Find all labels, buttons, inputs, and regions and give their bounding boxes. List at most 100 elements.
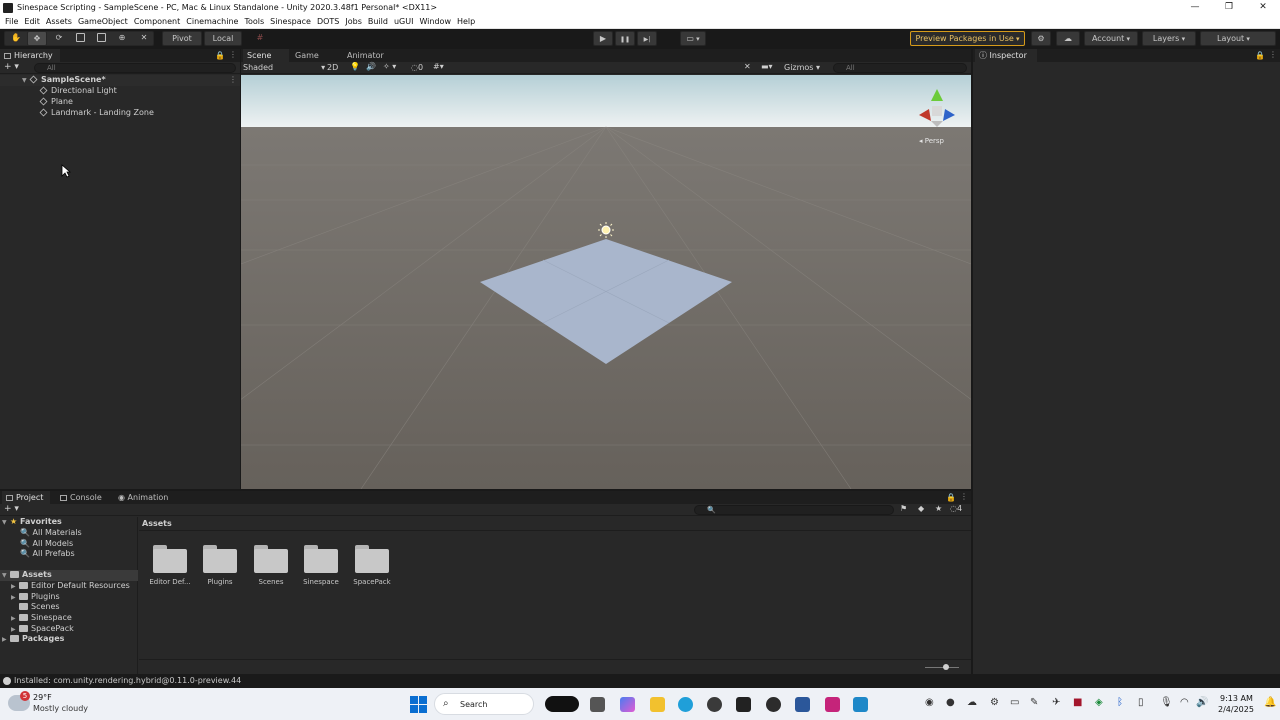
scene-menu-icon[interactable]: ⋮ [229, 75, 237, 84]
search-highlight-icon[interactable] [545, 696, 579, 712]
scene-search-input[interactable]: All [833, 63, 967, 73]
breadcrumb[interactable]: Assets [142, 519, 172, 528]
favorite-item[interactable]: 🔍 All Models [20, 539, 73, 548]
battery-icon[interactable]: ▯ [1138, 697, 1144, 708]
grid-dropdown-icon[interactable]: #▾ [433, 62, 444, 71]
unity-editor-icon[interactable] [736, 697, 751, 712]
lock-icon[interactable]: 🔒 [946, 493, 956, 502]
menu-tools[interactable]: Tools [241, 17, 267, 26]
tray-icon[interactable]: ■ [1073, 697, 1082, 708]
camera-dropdown-icon[interactable]: ▬▾ [761, 62, 773, 71]
asset-folder[interactable]: Plugins [195, 545, 245, 586]
tools-icon[interactable]: ✕ [744, 62, 751, 71]
local-toggle[interactable]: Local [204, 31, 242, 46]
lighting-toggle-icon[interactable]: 💡 [350, 62, 360, 71]
menu-help[interactable]: Help [454, 17, 478, 26]
tab-animation[interactable]: ◉ Animation [114, 491, 174, 504]
menu-gameobject[interactable]: GameObject [75, 17, 131, 26]
tab-inspector[interactable]: ⓘ Inspector [975, 49, 1037, 62]
menu-dots[interactable]: DOTS [314, 17, 342, 26]
asset-folder[interactable]: SpacePack [347, 545, 397, 586]
favorites-icon[interactable]: ★ [935, 504, 942, 513]
asset-tree-item[interactable]: ▶ SpacePack [11, 624, 74, 633]
layout-dropdown[interactable]: Layout [1200, 31, 1276, 46]
menu-file[interactable]: File [2, 17, 21, 26]
copilot-icon[interactable] [620, 697, 635, 712]
wifi-icon[interactable]: ◠ [1180, 697, 1189, 708]
favorite-item[interactable]: 🔍 All Prefabs [20, 549, 75, 558]
scene-row[interactable]: ▼ SampleScene* ⋮ [0, 75, 240, 86]
account-dropdown[interactable]: Account [1084, 31, 1138, 46]
bluetooth-icon[interactable]: ᛒ [1117, 697, 1123, 708]
asset-tree-item[interactable]: Scenes [11, 602, 60, 611]
menu-cinemachine[interactable]: Cinemachine [183, 17, 241, 26]
tray-icon[interactable]: ✎ [1030, 697, 1038, 708]
onedrive-icon[interactable]: ☁ [967, 697, 977, 708]
cloud-icon[interactable]: ☁ [1056, 31, 1080, 46]
unity-hub-icon[interactable] [707, 697, 722, 712]
search-by-type-icon[interactable]: ⚑ [900, 504, 907, 513]
edge-icon[interactable] [678, 697, 693, 712]
taskbar-search[interactable]: ⌕ Search [434, 693, 534, 715]
scene-viewport[interactable]: ◂ Persp [241, 75, 971, 489]
asset-folder[interactable]: Scenes [246, 545, 296, 586]
2d-toggle[interactable]: 2D [327, 63, 338, 72]
hidden-objects-toggle[interactable]: ◌0 [411, 63, 423, 72]
tab-game[interactable]: Game [291, 49, 337, 62]
volume-icon[interactable]: 🔊 [1196, 697, 1208, 708]
create-button[interactable]: + ▾ [4, 62, 19, 72]
menu-edit[interactable]: Edit [21, 17, 43, 26]
packages-root[interactable]: ▶ Packages [2, 634, 64, 643]
audio-toggle-icon[interactable]: 🔊 [366, 62, 376, 71]
menu-ugui[interactable]: uGUI [391, 17, 416, 26]
panel-menu-icon[interactable]: ⋮ [1269, 50, 1277, 59]
hierarchy-search-input[interactable]: All [34, 63, 236, 73]
hidden-packages-toggle[interactable]: ◌4 [950, 504, 962, 513]
custom-tool-icon[interactable]: ✕ [134, 31, 154, 46]
microphone-icon[interactable]: 🎙 [1160, 697, 1173, 708]
tray-icon[interactable]: ⚙ [990, 697, 999, 708]
file-explorer-icon[interactable] [650, 697, 665, 712]
favorite-item[interactable]: 🔍 All Materials [20, 528, 82, 537]
preview-packages-button[interactable]: Preview Packages in Use [910, 31, 1025, 46]
asset-tree-item[interactable]: ▶ Plugins [11, 592, 60, 601]
assets-root-row[interactable]: ▼ Assets [0, 570, 138, 581]
effects-dropdown-icon[interactable]: ✧ ▾ [383, 62, 396, 71]
asset-tree-item[interactable]: ▶ Editor Default Resources [11, 581, 130, 590]
tray-icon[interactable]: ◈ [1095, 697, 1103, 708]
menu-window[interactable]: Window [416, 17, 454, 26]
scale-tool-icon[interactable] [70, 31, 90, 46]
favorites-header[interactable]: ▼ ★ Favorites [2, 517, 62, 526]
play-button[interactable]: ▶ [593, 31, 613, 46]
hand-tool-icon[interactable]: ✋ [6, 31, 26, 46]
maximize-button[interactable]: ❐ [1212, 0, 1246, 15]
chart-app-icon[interactable] [853, 697, 868, 712]
rotate-tool-icon[interactable]: ⟳ [49, 31, 69, 46]
asset-folder[interactable]: Sinespace [296, 545, 346, 586]
collab-dropdown[interactable]: ▭ [680, 31, 706, 46]
pivot-toggle[interactable]: Pivot [162, 31, 202, 46]
tab-animator[interactable]: Animator [343, 49, 403, 62]
weather-temp[interactable]: 29°F [33, 693, 52, 702]
menu-jobs[interactable]: Jobs [342, 17, 365, 26]
hierarchy-item[interactable]: Directional Light [39, 86, 117, 95]
pause-button[interactable]: ❚❚ [615, 31, 635, 46]
menu-sinespace[interactable]: Sinespace [267, 17, 314, 26]
cloud-settings-icon[interactable]: ⚙ [1031, 31, 1051, 46]
step-button[interactable]: ▶| [637, 31, 657, 46]
tray-icon[interactable]: ◉ [925, 697, 934, 708]
lock-icon[interactable]: 🔒 [215, 51, 225, 60]
create-asset-button[interactable]: + ▾ [4, 504, 19, 514]
persp-label[interactable]: ◂ Persp [919, 137, 944, 145]
shading-mode-dropdown[interactable]: Shaded ▾ [243, 63, 325, 72]
tray-icon[interactable]: ● [946, 697, 955, 708]
minimize-button[interactable]: — [1178, 0, 1212, 15]
word-icon[interactable] [795, 697, 810, 712]
move-tool-icon[interactable]: ✥ [27, 31, 47, 46]
layers-dropdown[interactable]: Layers [1142, 31, 1196, 46]
menu-build[interactable]: Build [365, 17, 391, 26]
asset-tree-item[interactable]: ▶ Sinespace [11, 613, 72, 622]
task-view-icon[interactable] [590, 697, 605, 712]
hierarchy-item[interactable]: Landmark - Landing Zone [39, 108, 154, 117]
weather-condition[interactable]: Mostly cloudy [33, 704, 88, 713]
